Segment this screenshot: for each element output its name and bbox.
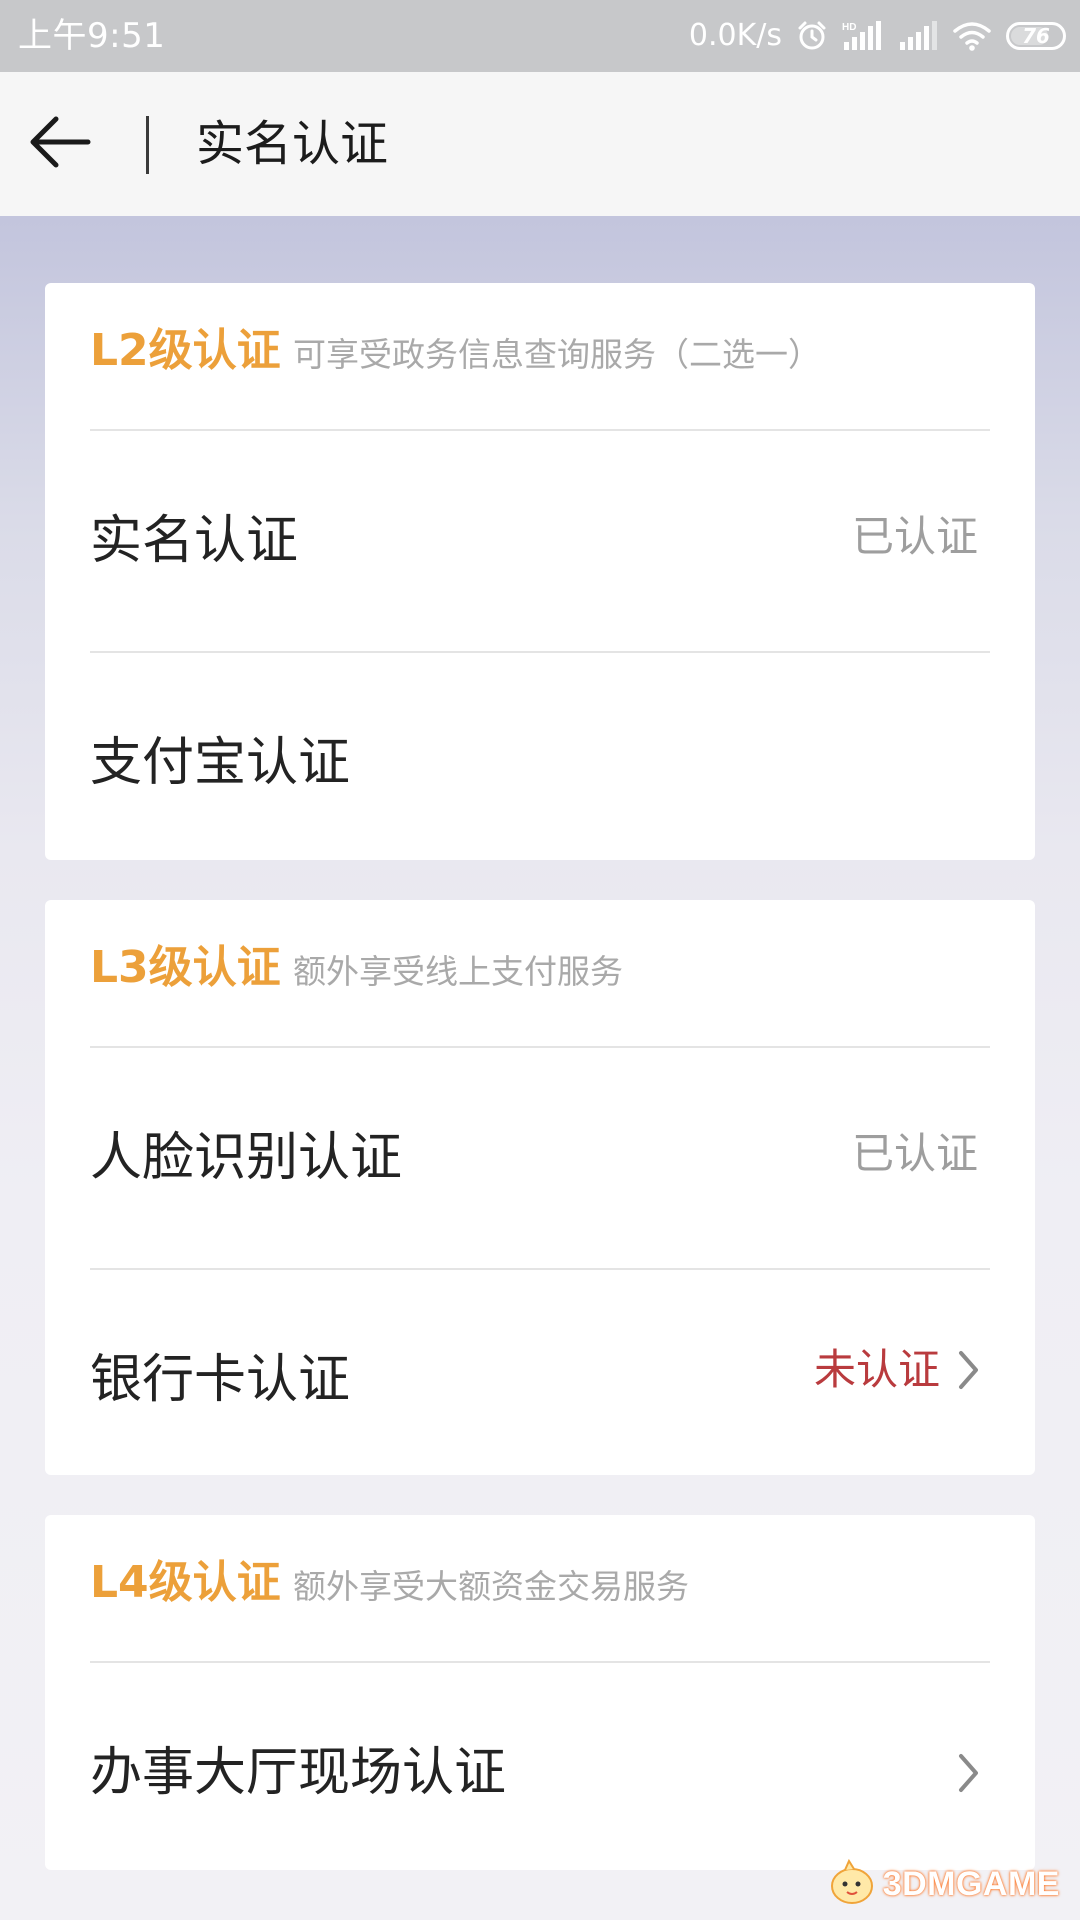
svg-text:HD: HD <box>842 22 856 33</box>
status-badge: 已认证 <box>851 512 978 561</box>
watermark: 3DMGAME <box>827 1858 1060 1910</box>
section-card-l3: L3级认证 额外享受线上支付服务 人脸识别认证 已认证 银行卡认证 未认证 <box>45 900 1035 1475</box>
battery-icon: 76 <box>1006 22 1066 50</box>
app-bar-divider <box>146 116 149 174</box>
network-speed: 0.0K/s <box>688 18 782 53</box>
level-description: 额外享受线上支付服务 <box>293 952 623 991</box>
alarm-icon <box>796 20 828 52</box>
status-badge: 未认证 <box>813 1345 940 1394</box>
section-card-l4: L4级认证 额外享受大额资金交易服务 办事大厅现场认证 <box>45 1515 1035 1870</box>
item-label: 办事大厅现场认证 <box>90 1743 507 1803</box>
list-item-bank-card[interactable]: 银行卡认证 未认证 <box>90 1270 990 1490</box>
item-label: 人脸识别认证 <box>90 1128 403 1188</box>
section-card-l2: L2级认证 可享受政务信息查询服务（二选一） 实名认证 已认证 支付宝认证 <box>45 283 1035 860</box>
section-header: L2级认证 可享受政务信息查询服务（二选一） <box>90 283 990 431</box>
level-label: L2级认证 <box>90 325 281 376</box>
battery-level-text: 76 <box>1022 24 1050 48</box>
back-button[interactable] <box>22 114 98 174</box>
chevron-right-icon <box>956 1751 982 1795</box>
watermark-text: 3DMGAME <box>882 1864 1060 1903</box>
level-label: L3级认证 <box>90 942 281 993</box>
signal-icon <box>898 20 938 52</box>
chevron-right-icon <box>956 1348 982 1392</box>
list-item-alipay[interactable]: 支付宝认证 <box>90 653 990 873</box>
section-header: L4级认证 额外享受大额资金交易服务 <box>90 1515 990 1663</box>
level-label: L4级认证 <box>90 1557 281 1608</box>
list-item-onsite[interactable]: 办事大厅现场认证 <box>90 1663 990 1883</box>
status-badge: 已认证 <box>851 1129 978 1178</box>
item-label: 支付宝认证 <box>90 733 351 793</box>
list-item-face-recognition[interactable]: 人脸识别认证 已认证 <box>90 1048 990 1270</box>
level-description: 可享受政务信息查询服务（二选一） <box>293 335 821 374</box>
arrow-left-icon <box>28 114 92 174</box>
section-header: L3级认证 额外享受线上支付服务 <box>90 900 990 1048</box>
mascot-icon <box>827 1858 877 1910</box>
status-bar: 上午9:51 0.0K/s HD 76 <box>0 0 1080 72</box>
item-label: 银行卡认证 <box>90 1350 351 1410</box>
level-description: 额外享受大额资金交易服务 <box>293 1567 689 1606</box>
wifi-icon <box>952 20 992 52</box>
status-time: 上午9:51 <box>18 16 166 56</box>
signal-hd-icon: HD <box>842 20 884 52</box>
page-title: 实名认证 <box>196 116 389 172</box>
list-item-real-name[interactable]: 实名认证 已认证 <box>90 431 990 653</box>
status-icons: 0.0K/s HD 76 <box>689 14 1066 58</box>
item-label: 实名认证 <box>90 511 299 571</box>
app-bar: 实名认证 <box>0 72 1080 216</box>
